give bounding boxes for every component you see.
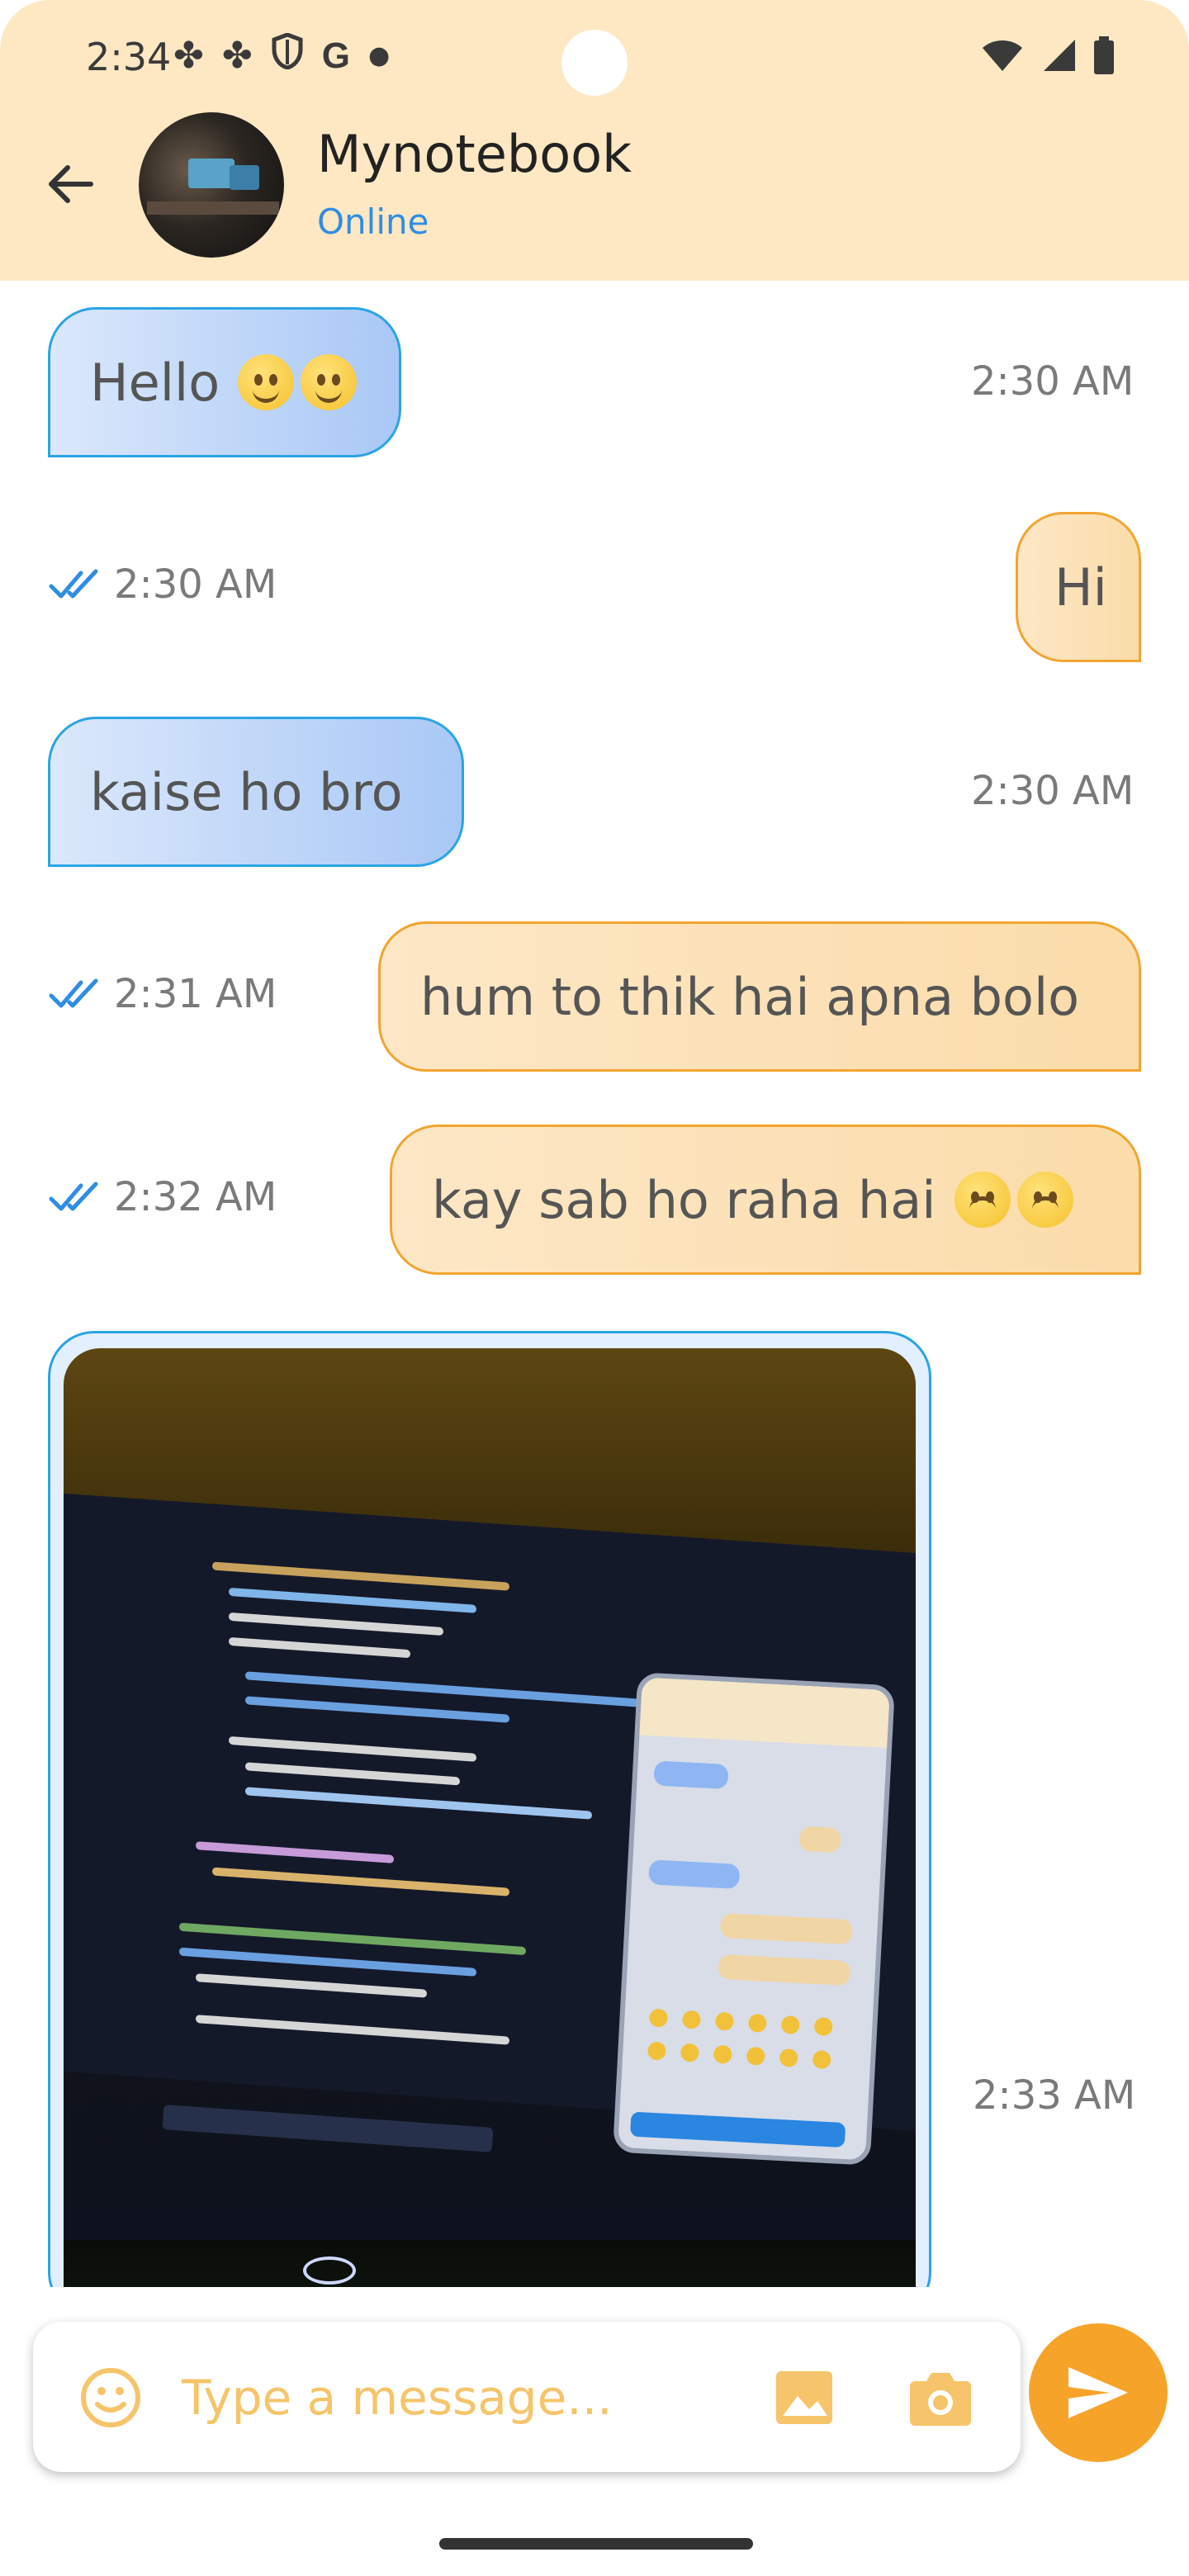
photo-phone-input [630,2111,846,2148]
photo-emoji [714,2011,735,2031]
photo-taskbar [162,2105,494,2152]
image-message-bubble[interactable] [48,1331,931,2287]
double-check-icon [49,569,98,599]
photo-emoji [746,2046,765,2066]
fan-icon: ✤ [173,35,204,77]
message-timestamp: 2:30 AM [971,768,1135,814]
photo-code-line [229,1612,443,1636]
message-timestamp: 2:30 AM [971,358,1135,405]
message-text: kay sab ho raha hai [432,1169,936,1230]
message-photo[interactable] [64,1348,916,2287]
fan-icon: ✤ [221,35,253,77]
double-check-icon [49,978,98,1008]
signal-icon [1044,40,1075,71]
chat-header: 2:34 ✤ ✤ G ● Mynotebook Online [0,0,1189,281]
photo-code-line [229,1636,410,1659]
camera-icon[interactable] [908,2368,973,2427]
avatar-monitor [188,159,234,188]
photo-emoji [648,2008,669,2028]
photo-code-line [245,1762,460,1786]
photo-code-line [196,1841,394,1863]
google-icon: G [321,35,350,76]
back-arrow-icon[interactable] [41,155,99,213]
photo-keyboard [64,2240,916,2287]
double-check-icon [49,1181,98,1211]
chat-messages[interactable]: Hello 2:30 AM 2:30 AM Hi kaise ho bro 2:… [0,281,1189,2287]
battery-icon [1094,36,1114,74]
message-text: Hello [90,352,220,413]
message-bubble-outgoing[interactable]: hum to thik hai apna bolo [378,921,1141,1072]
photo-phone-bubble [718,1953,851,1986]
photo-emoji [747,2013,767,2033]
photo-phone-header [639,1677,890,1749]
message-text: Hi [1054,556,1107,618]
message-text: kaise ho bro [90,761,403,822]
photo-phone-bubble [653,1760,729,1790]
photo-emoji [647,2041,667,2061]
photo-code-line [196,1973,427,1998]
status-icons-left: ✤ ✤ G ● [173,32,391,78]
photo-phone-bubble [719,1912,854,1945]
avatar-monitor [230,165,259,190]
message-meta: 2:32 AM [48,1174,277,1220]
send-button[interactable] [1029,2323,1168,2462]
photo-code-line [212,1867,509,1896]
status-icons-right [981,36,1115,74]
grinning-face-emoji-icon [301,354,358,410]
message-bubble-incoming[interactable]: Hello [48,307,401,457]
contact-name[interactable]: Mynotebook [317,124,632,184]
message-composer: Type a message... [33,2322,1021,2472]
home-indicator[interactable] [439,2538,753,2550]
avatar[interactable] [139,112,284,258]
message-timestamp: 2:30 AM [114,561,277,608]
grinning-face-emoji-icon [238,354,295,410]
photo-emoji [779,2048,798,2068]
wifi-icon [983,40,1022,71]
photo-code-line [229,1587,476,1613]
photo-phone-bubble [648,1859,741,1890]
photo-code-line [196,2015,509,2045]
photo-code-line [245,1696,509,1723]
avatar-desk [147,201,279,215]
gallery-icon[interactable] [775,2370,834,2426]
photo-emoji [813,2017,833,2037]
photo-phone-bubble [798,1825,841,1854]
camera-cutout [561,30,628,96]
message-bubble-incoming[interactable]: kaise ho bro [48,717,464,867]
photo-emoji [713,2044,732,2064]
photo-emoji [681,2010,702,2029]
photo-emoji [780,2015,800,2035]
photo-code-line [179,1947,476,1977]
message-input[interactable]: Type a message... [182,2370,613,2426]
message-timestamp: 2:32 AM [114,1174,277,1220]
message-bubble-outgoing[interactable]: Hi [1016,512,1141,662]
photo-code-line [229,1735,476,1762]
upside-down-face-emoji-icon [1016,1172,1073,1228]
photo-emoji [680,2043,699,2062]
message-bubble-outgoing[interactable]: kay sab ho raha hai [390,1125,1141,1275]
photo-emoji [812,2049,831,2070]
photo-code-line [245,1787,592,1820]
upside-down-face-emoji-icon [954,1172,1011,1228]
photo-phone-emulator [612,1672,896,2166]
status-time: 2:34 [86,35,172,79]
photo-code-line [212,1561,509,1591]
message-meta: 2:31 AM [48,971,277,1017]
message-timestamp: 2:31 AM [114,971,277,1017]
send-icon [1068,2367,1128,2418]
shield-icon [271,32,304,78]
dot-icon: ● [367,41,391,70]
emoji-icon[interactable] [79,2366,142,2429]
message-meta: 2:30 AM [48,561,277,608]
message-text: hum to thik hai apna bolo [420,966,1080,1027]
message-timestamp: 2:33 AM [973,2072,1136,2119]
contact-status: Online [317,201,429,242]
